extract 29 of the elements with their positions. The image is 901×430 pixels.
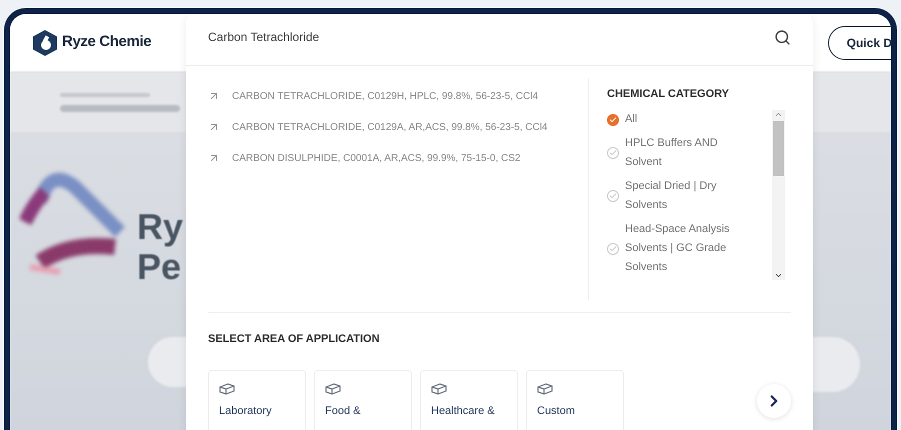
suggestion-link[interactable]: CARBON DISULPHIDE, C0001A, AR,ACS, 99.9%, 75-15-0, CS2 — [232, 150, 550, 167]
box-icon — [219, 383, 235, 395]
application-card[interactable]: Healthcare & — [420, 370, 518, 430]
section-title: SELECT AREA OF APPLICATION — [207, 332, 381, 346]
application-card[interactable]: Food & — [314, 370, 412, 430]
suggestion-link[interactable]: CARBON TETRACHLORIDE, C0129H, HPLC, 99.8%, 56-23-5, CCl4 — [232, 88, 550, 105]
flask-hexagon-logo-icon — [32, 28, 58, 56]
category-option[interactable]: All — [607, 110, 757, 130]
next-button[interactable] — [757, 384, 791, 418]
search-icon[interactable] — [774, 28, 791, 46]
brand-name: Ryze Chemie — [62, 32, 152, 52]
category-option[interactable]: HPLC Buffers AND Solvent — [607, 134, 757, 172]
category-option[interactable]: Head-Space Analysis Solvents | GC Grade Solvents — [607, 220, 757, 278]
category-title: CHEMICAL CATEGORY — [607, 86, 730, 102]
card-label: Food & — [325, 404, 362, 419]
application-card[interactable]: Custom — [526, 370, 624, 430]
box-icon — [431, 383, 447, 395]
card-label: Laboratory — [219, 404, 273, 419]
category-option[interactable]: Special Dried | Dry Solvents — [607, 177, 757, 216]
hero-title: Pe — [137, 247, 182, 287]
hero-title: Ry — [137, 207, 184, 247]
box-icon — [537, 383, 553, 395]
card-label: Healthcare & — [431, 404, 496, 419]
box-icon — [325, 383, 341, 395]
card-label: Custom — [537, 404, 576, 419]
application-card[interactable]: Laboratory — [208, 370, 306, 430]
scrollbar[interactable] — [772, 110, 785, 280]
search-field[interactable]: Carbon Tetrachloride — [208, 28, 774, 46]
suggestion-link[interactable]: CARBON TETRACHLORIDE, C0129A, AR,ACS, 99.8%, 56-23-5, CCl4 — [232, 118, 550, 136]
